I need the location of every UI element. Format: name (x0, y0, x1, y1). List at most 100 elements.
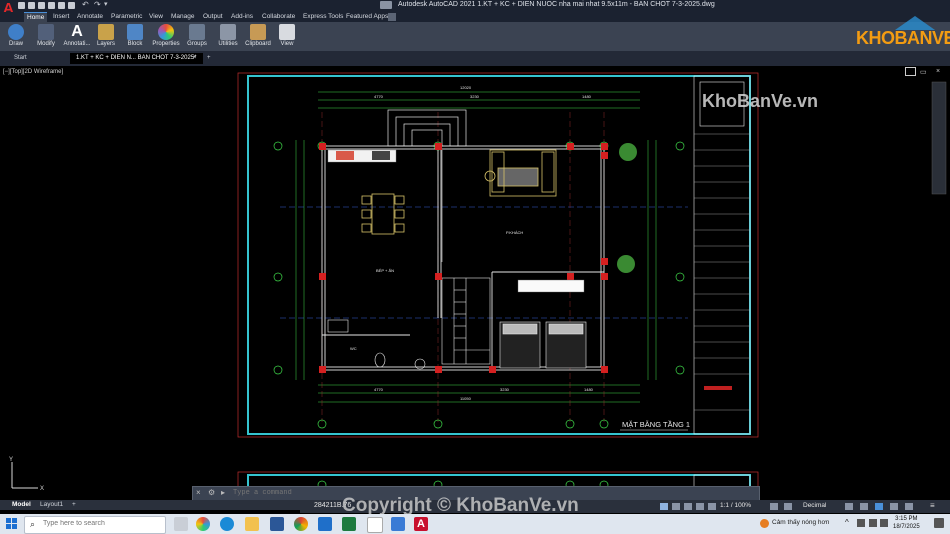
isolate-objects-icon[interactable] (875, 503, 883, 510)
drawing-title: MẶT BẰNG TẦNG 1 (622, 419, 690, 429)
teamviewer-icon[interactable] (391, 517, 405, 531)
plot-icon[interactable] (68, 2, 75, 9)
tab-express-tools[interactable]: Express Tools (300, 12, 346, 22)
dim-top-3: 1480 (582, 94, 592, 99)
customization-menu-icon[interactable]: ≡ (930, 501, 935, 510)
wifi-icon[interactable] (869, 519, 877, 527)
quick-access-dropdown-icon[interactable]: ▾ (104, 0, 108, 8)
store-icon[interactable] (270, 517, 284, 531)
view-icon (279, 24, 295, 40)
view-button[interactable]: View (276, 22, 298, 51)
onedrive-icon[interactable] (857, 519, 865, 527)
add-layout-button[interactable]: + (66, 500, 82, 510)
new-tab-icon[interactable]: + (204, 53, 214, 64)
undo-icon[interactable]: ↶ (82, 0, 89, 9)
window-title: Autodesk AutoCAD 2021 1.KT + KC + DIEN N… (398, 1, 715, 8)
tab-annotate[interactable]: Annotate (74, 12, 106, 22)
draw-label: Draw (8, 41, 23, 47)
zalo-icon[interactable] (367, 517, 383, 533)
excel-icon[interactable] (342, 517, 356, 531)
tab-drawing[interactable]: 1.KT + KC + DIEN N... BAN CHOT 7-3-2025* (70, 53, 203, 64)
open-file-icon[interactable] (28, 2, 35, 9)
tab-featured-apps[interactable]: Featured Apps (343, 12, 391, 22)
minimize-viewport-icon[interactable] (905, 67, 916, 76)
watermark-top: KhoBanVe.vn (702, 91, 819, 111)
redo-icon[interactable]: ↷ (94, 0, 101, 9)
edge-icon[interactable] (220, 517, 234, 531)
clean-screen-icon[interactable] (905, 503, 913, 510)
utilities-icon (220, 24, 236, 40)
clipboard-icon (250, 24, 266, 40)
annotation-button[interactable]: A Annotati... (62, 22, 92, 51)
polar-icon[interactable] (708, 503, 716, 510)
annotation-scale[interactable]: 1:1 / 100% (720, 502, 751, 509)
autocad-taskbar-icon[interactable]: A (414, 517, 428, 531)
grid-icon[interactable] (672, 503, 680, 510)
dim-bottom-2: 3230 (500, 387, 510, 392)
svg-text:X: X (40, 486, 44, 492)
workspace-switch-icon[interactable] (770, 503, 778, 510)
tab-collaborate[interactable]: Collaborate (259, 12, 298, 22)
task-view-icon[interactable] (174, 517, 188, 531)
new-file-icon[interactable] (18, 2, 25, 9)
snap-icon[interactable] (684, 503, 692, 510)
tab-parametric[interactable]: Parametric (108, 12, 145, 22)
tab-manage[interactable]: Manage (168, 12, 198, 22)
taskbar-search[interactable]: ⌕ (24, 516, 166, 534)
block-button[interactable]: Block (122, 22, 148, 51)
save-icon[interactable] (38, 2, 45, 9)
svg-text:Y: Y (9, 457, 13, 463)
draw-button[interactable]: Draw (3, 22, 29, 51)
tab-output[interactable]: Output (200, 12, 226, 22)
notification-icon[interactable] (934, 518, 944, 528)
search-input[interactable] (43, 520, 133, 527)
restore-viewport-icon[interactable]: ▭ (920, 68, 927, 76)
modify-button[interactable]: Modify (32, 22, 60, 51)
hardware-acceleration-icon[interactable] (890, 503, 898, 510)
dim-bottom-3: 1480 (584, 387, 594, 392)
properties-button[interactable]: Properties (151, 22, 181, 51)
model-space-icon[interactable] (660, 503, 668, 510)
utilities-button[interactable]: Utilities (214, 22, 242, 51)
clipboard-button[interactable]: Clipboard (243, 22, 273, 51)
groups-button[interactable]: Groups (184, 22, 210, 51)
view-label: View (280, 41, 294, 47)
tab-layout1[interactable]: Layout1 (34, 500, 69, 510)
tab-start[interactable]: Start (8, 53, 33, 64)
drawing-viewport[interactable]: 4770 3230 1480 12020 4770 3230 1480 1105… (0, 66, 950, 500)
chrome-icon[interactable] (294, 517, 308, 531)
properties-label: Properties (152, 41, 180, 47)
viewport-controls[interactable]: [−][Top][2D Wireframe] (3, 69, 63, 75)
dim-total: 12020 (460, 85, 472, 90)
layers-button[interactable]: Layers (94, 22, 118, 51)
customize-command-icon[interactable]: ⚙ (208, 488, 215, 497)
close-command-icon[interactable]: × (196, 488, 201, 497)
clock-date: 18/7/2025 (893, 524, 920, 530)
tab-insert[interactable]: Insert (50, 12, 72, 22)
clock-time: 3:15 PM (895, 516, 918, 522)
word-icon[interactable] (318, 517, 332, 531)
tab-add-ins[interactable]: Add-ins (228, 12, 256, 22)
volume-icon[interactable] (880, 519, 888, 527)
close-viewport-icon[interactable]: × (936, 68, 940, 75)
file-explorer-icon[interactable] (245, 517, 259, 531)
annotation-monitor-icon[interactable] (784, 503, 792, 510)
tray-chevron-icon[interactable]: ^ (845, 518, 849, 527)
clock[interactable]: 3:15 PM 18/7/2025 (893, 515, 920, 531)
room-label-wc: WC (350, 346, 357, 351)
annotation-label: Annotati... (63, 41, 91, 47)
tab-model[interactable]: Model (6, 500, 37, 510)
ribbon-toggle-icon[interactable] (388, 13, 396, 21)
copilot-icon[interactable] (196, 517, 210, 531)
web-mobile-icon[interactable] (58, 2, 65, 9)
ortho-icon[interactable] (696, 503, 704, 510)
tab-view[interactable]: View (146, 12, 166, 22)
quick-properties-icon[interactable] (845, 503, 853, 510)
lock-ui-icon[interactable] (860, 503, 868, 510)
units-display[interactable]: Decimal (803, 502, 826, 509)
windows-start-icon[interactable] (6, 518, 17, 529)
close-tab-icon[interactable]: × (190, 53, 200, 64)
workspace-icon[interactable] (380, 1, 392, 9)
weather-text[interactable]: Cảm thấy nóng hơn (772, 519, 829, 526)
save-as-icon[interactable] (48, 2, 55, 9)
